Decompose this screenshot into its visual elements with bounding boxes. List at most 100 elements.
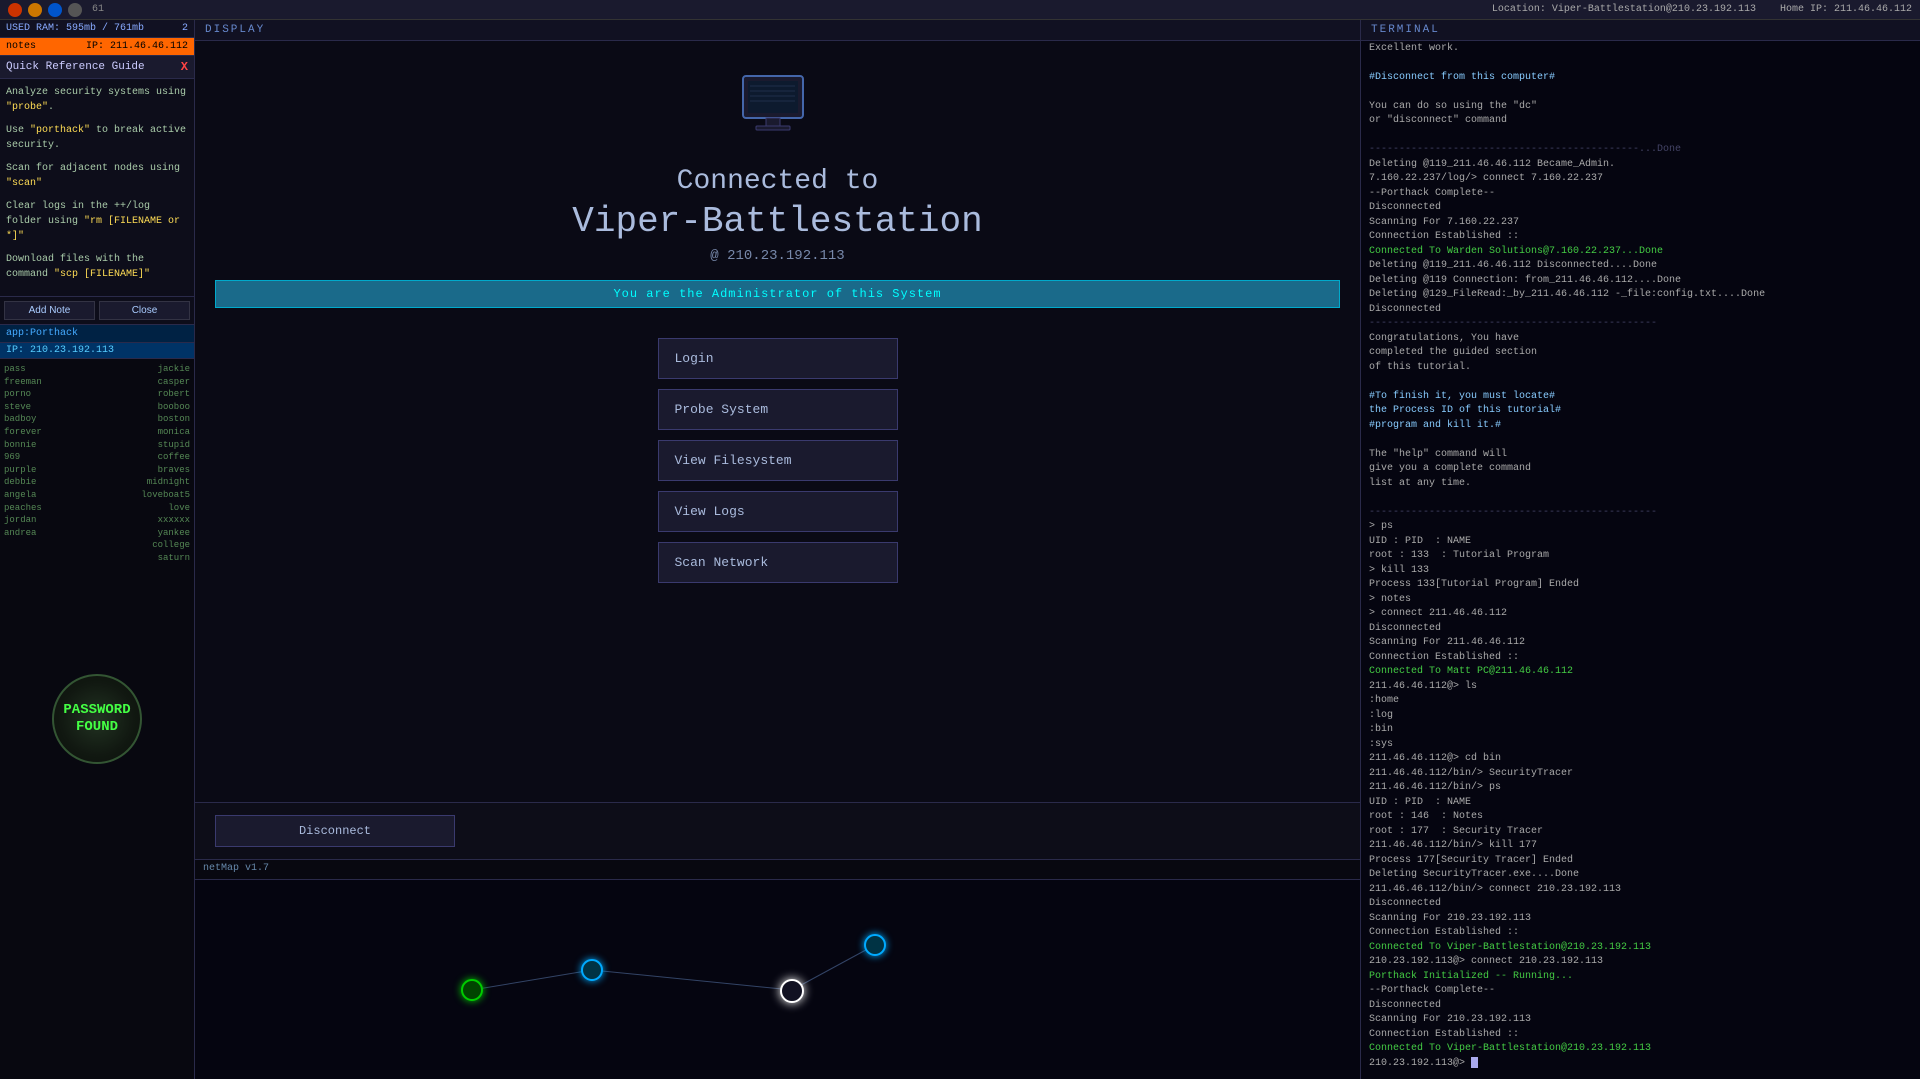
display-header: DISPLAY <box>195 20 1360 41</box>
pwd-left-4: steve <box>4 401 42 414</box>
ram-count: 2 <box>182 23 188 34</box>
pwd-left-7: bonnie <box>4 439 42 452</box>
term-l61: Connected To Viper-Battlestation@210.23.… <box>1369 1042 1912 1057</box>
server-ip: @ 210.23.192.113 <box>710 248 844 264</box>
top-bar: 61 Location: Viper-Battlestation@210.23.… <box>0 0 1920 20</box>
pwd-left-10: debbie <box>4 476 42 489</box>
term-l19: Congratulations, You have <box>1369 332 1912 347</box>
ip-row: notes IP: 211.46.46.112 <box>0 38 194 56</box>
scan-network-button[interactable]: Scan Network <box>658 542 898 583</box>
top-bar-left: 61 <box>8 3 104 17</box>
term-space3 <box>1369 129 1912 144</box>
quick-ref-content: Analyze security systems using "probe". … <box>0 79 194 297</box>
login-button[interactable]: Login <box>658 338 898 379</box>
term-l10: --Porthack Complete-- <box>1369 187 1912 202</box>
pwd-right-7: stupid <box>141 439 190 452</box>
term-l14: Connected To Warden Solutions@7.160.22.2… <box>1369 245 1912 260</box>
probe-system-button[interactable]: Probe System <box>658 389 898 430</box>
pwd-right-8: coffee <box>141 451 190 464</box>
password-list-right: jackie casper robert booboo boston monic… <box>141 363 190 565</box>
term-l21: of this tutorial. <box>1369 361 1912 376</box>
terminal-header: TERMINAL <box>1361 20 1920 41</box>
password-list-left: pass freeman porno steve badboy forever … <box>4 363 42 539</box>
term-hash1: #Disconnect from this computer# <box>1369 71 1912 86</box>
term-l17: Deleting @129_FileRead:_by_211.46.46.112… <box>1369 288 1912 303</box>
pwd-left-13: jordan <box>4 514 42 527</box>
term-l55: 210.23.192.113@> connect 210.23.192.113 <box>1369 955 1912 970</box>
term-l52: Scanning For 210.23.192.113 <box>1369 912 1912 927</box>
term-l13: Connection Established :: <box>1369 230 1912 245</box>
close-icon[interactable] <box>8 3 22 17</box>
term-l40: :sys <box>1369 738 1912 753</box>
term-div-5: ----------------------------------------… <box>1369 317 1912 332</box>
term-space2 <box>1369 85 1912 100</box>
pwd-right-14: yankee <box>141 527 190 540</box>
minimize-icon[interactable] <box>28 3 42 17</box>
network-node-cyan-1[interactable] <box>581 959 603 981</box>
app-row: app:Porthack <box>0 325 194 343</box>
add-note-button[interactable]: Add Note <box>4 301 95 320</box>
term-l45: root : 146 : Notes <box>1369 810 1912 825</box>
settings-icon[interactable] <box>48 3 62 17</box>
term-l27: root : 133 : Tutorial Program <box>1369 549 1912 564</box>
term-l30: > notes <box>1369 593 1912 608</box>
location-text: Location: Viper-Battlestation@210.23.192… <box>1492 4 1756 15</box>
term-l48: Process 177[Security Tracer] Ended <box>1369 854 1912 869</box>
close-note-button[interactable]: Close <box>99 301 190 320</box>
term-l33: Scanning For 211.46.46.112 <box>1369 636 1912 651</box>
display-main: Connected to Viper-Battlestation @ 210.2… <box>195 41 1360 802</box>
pwd-right-10: midnight <box>141 476 190 489</box>
term-hash2: #To finish it, you must locate# <box>1369 390 1912 405</box>
extra-icon[interactable] <box>68 3 82 17</box>
app-ip-value: IP: 210.23.192.113 <box>6 345 114 356</box>
disconnect-button[interactable]: Disconnect <box>215 815 455 847</box>
network-node-green[interactable] <box>461 979 483 1001</box>
term-l54: Connected To Viper-Battlestation@210.23.… <box>1369 941 1912 956</box>
term-hash3: the Process ID of this tutorial# <box>1369 404 1912 419</box>
center-display: DISPLAY Connected to Viper-Battlestatio <box>195 20 1360 1079</box>
password-found-indicator: PASSWORD FOUND <box>52 674 142 764</box>
disconnect-area: Disconnect <box>195 802 1360 859</box>
term-div-6: ----------------------------------------… <box>1369 506 1912 521</box>
terminal-content[interactable]: Note: the wildcard "*" indicates "All". … <box>1361 41 1920 1079</box>
pwd-right-12: love <box>141 502 190 515</box>
term-l38: :log <box>1369 709 1912 724</box>
pwd-left-6: forever <box>4 426 42 439</box>
network-node-white[interactable] <box>780 979 804 1003</box>
term-div-4: ----------------------------------------… <box>1369 143 1912 158</box>
term-l49: Deleting SecurityTracer.exe....Done <box>1369 868 1912 883</box>
term-l6: You can do so using the "dc" <box>1369 100 1912 115</box>
server-name: Viper-Battlestation <box>572 201 982 242</box>
view-filesystem-button[interactable]: View Filesystem <box>658 440 898 481</box>
network-node-cyan-2[interactable] <box>864 934 886 956</box>
term-l39: :bin <box>1369 723 1912 738</box>
term-l25: > ps <box>1369 520 1912 535</box>
tip-1: Analyze security systems using "probe". <box>6 85 188 115</box>
term-l43: 211.46.46.112/bin/> ps <box>1369 781 1912 796</box>
pwd-right-2: casper <box>141 376 190 389</box>
pwd-right-13: xxxxxx <box>141 514 190 527</box>
pwd-right-1: jackie <box>141 363 190 376</box>
term-prompt: 210.23.192.113@> <box>1369 1057 1912 1072</box>
top-bar-info: Location: Viper-Battlestation@210.23.192… <box>1492 4 1912 15</box>
term-hash4: #program and kill it.# <box>1369 419 1912 434</box>
term-l31: > connect 211.46.46.112 <box>1369 607 1912 622</box>
term-l23: give you a complete command <box>1369 462 1912 477</box>
term-l51: Disconnected <box>1369 897 1912 912</box>
app-label: app:Porthack <box>6 328 78 339</box>
password-area: pass freeman porno steve badboy forever … <box>0 359 194 1079</box>
app-ip: IP: 210.23.192.113 <box>0 343 194 359</box>
term-l42: 211.46.46.112/bin/> SecurityTracer <box>1369 767 1912 782</box>
pwd-right-16: saturn <box>141 552 190 565</box>
terminal: TERMINAL Note: the wildcard "*" indicate… <box>1360 20 1920 1079</box>
pwd-right-5: boston <box>141 413 190 426</box>
term-l29: Process 133[Tutorial Program] Ended <box>1369 578 1912 593</box>
home-ip-text: Home IP: 211.46.46.112 <box>1780 4 1912 15</box>
pwd-left-3: porno <box>4 388 42 401</box>
quick-ref-header: Quick Reference Guide X <box>0 56 194 79</box>
term-l34: Connection Established :: <box>1369 651 1912 666</box>
quick-ref-close-button[interactable]: X <box>181 60 188 74</box>
pwd-right-15: college <box>141 539 190 552</box>
sidebar: USED RAM: 595mb / 761mb 2 notes IP: 211.… <box>0 20 195 1079</box>
view-logs-button[interactable]: View Logs <box>658 491 898 532</box>
